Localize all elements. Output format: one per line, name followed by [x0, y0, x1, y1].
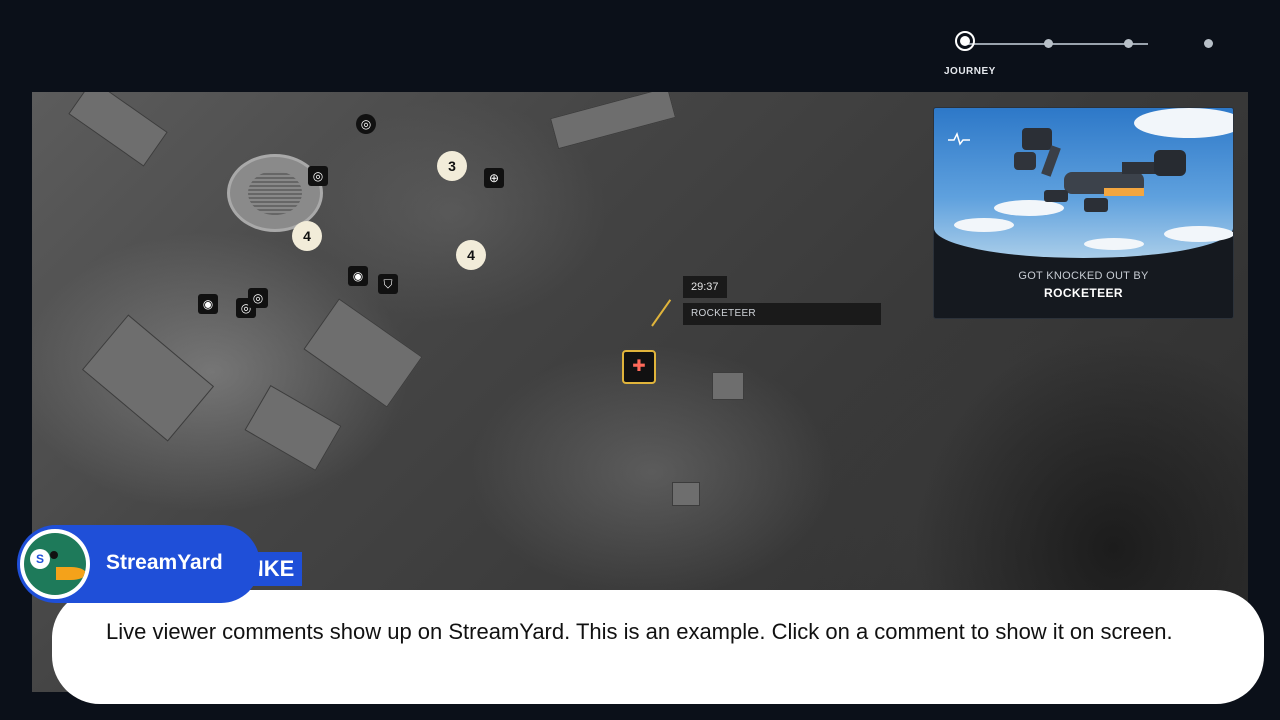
- robot-icon: [1014, 128, 1186, 212]
- objective-icon[interactable]: ◎: [248, 288, 268, 308]
- journey-step[interactable]: [1044, 39, 1053, 48]
- journey-progress: JOURNEY: [940, 30, 1230, 80]
- objective-icon[interactable]: ◎: [308, 166, 328, 186]
- commenter-name: StreamYard: [106, 551, 223, 574]
- knockout-image: [934, 108, 1233, 258]
- squad-count-marker[interactable]: 4: [292, 221, 322, 251]
- building: [712, 372, 744, 400]
- progress-line: [968, 43, 1148, 45]
- objective-icon[interactable]: ◎: [356, 114, 376, 134]
- streamyard-avatar: S: [20, 529, 90, 599]
- comment-bubble[interactable]: Live viewer comments show up on StreamYa…: [52, 590, 1264, 704]
- game-screen: JOURNEY ◎ ◎ ⊕ ◉ ⛉ ◉ ◎ ◎ 3 4 4 29:37 ROCK…: [0, 0, 1280, 720]
- knockout-caption: GOT KNOCKED OUT BY: [1018, 270, 1149, 282]
- commenter-pill: S StreamYard: [17, 525, 260, 603]
- shield-icon[interactable]: ⛉: [378, 274, 398, 294]
- building: [303, 298, 423, 408]
- duck-icon: S: [24, 533, 86, 595]
- journey-label: JOURNEY: [944, 66, 996, 77]
- target-icon[interactable]: ◉: [348, 266, 368, 286]
- building: [549, 92, 677, 150]
- knockout-enemy: ROCKETEER: [1044, 286, 1123, 300]
- squad-count-marker[interactable]: 3: [437, 151, 467, 181]
- target-icon[interactable]: ◉: [198, 294, 218, 314]
- building: [672, 482, 700, 506]
- event-name-tag: ROCKETEER: [683, 303, 881, 325]
- plus-icon[interactable]: ⊕: [484, 168, 504, 188]
- building: [244, 384, 342, 472]
- journey-step[interactable]: [1204, 39, 1213, 48]
- squad-count-marker[interactable]: 4: [456, 240, 486, 270]
- event-connector: [651, 299, 672, 327]
- journey-step-current[interactable]: [955, 31, 975, 51]
- building: [68, 92, 168, 167]
- knockout-card: GOT KNOCKED OUT BY ROCKETEER: [933, 107, 1234, 319]
- event-timer: 29:37: [683, 276, 727, 298]
- knockout-location-icon[interactable]: ✚: [622, 350, 656, 384]
- building: [81, 314, 215, 442]
- comment-text: Live viewer comments show up on StreamYa…: [106, 619, 1173, 644]
- pulse-icon: [948, 132, 970, 146]
- journey-step[interactable]: [1124, 39, 1133, 48]
